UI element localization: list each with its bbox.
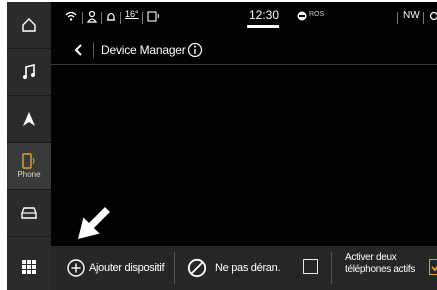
infotainment-screen: Phone 16° 12:30 ROS NW Device Manager Aj…	[7, 2, 437, 290]
radio-station: ROS	[309, 11, 325, 18]
do-not-disturb-label: Ne pas déran.	[215, 262, 281, 274]
header-divider	[93, 42, 94, 58]
add-device-button[interactable]: Ajouter dispositif	[67, 259, 165, 277]
plus-circle-icon	[67, 259, 85, 277]
rail-media-button[interactable]	[7, 49, 51, 96]
page-title: Device Manager	[101, 43, 186, 57]
settings-icon	[429, 11, 437, 21]
rail-home-button[interactable]	[7, 2, 51, 49]
clock: 12:30	[249, 8, 280, 22]
rail-navigation-button[interactable]	[7, 96, 51, 143]
phone-icon	[22, 153, 35, 169]
bottom-action-bar: Ajouter dispositif Ne pas déran. Activer…	[51, 246, 437, 290]
bottom-divider	[331, 252, 332, 284]
dual-phones-label: Activer deux téléphones actifs	[345, 252, 415, 276]
temperature-readout: 16°	[125, 9, 139, 19]
dual-phones-checkbox[interactable]	[429, 259, 437, 275]
do-not-disturb-checkbox[interactable]	[303, 259, 318, 274]
user-profile-icon	[87, 11, 97, 23]
pointer-arrow-icon	[75, 204, 113, 242]
rail-vehicle-button[interactable]	[7, 190, 51, 237]
clock-underline	[247, 25, 279, 28]
side-rail: Phone	[7, 2, 51, 290]
rail-phone-button[interactable]: Phone	[7, 143, 51, 190]
info-icon[interactable]	[187, 42, 203, 58]
music-note-icon	[23, 64, 35, 79]
rail-phone-label: Phone	[17, 170, 41, 179]
status-bar: 16° 12:30 ROS NW	[51, 2, 437, 35]
compass-heading: NW	[403, 10, 420, 21]
home-icon	[22, 18, 36, 32]
bell-icon	[107, 12, 115, 21]
dual-phones-line1: Activer deux	[345, 252, 397, 263]
check-icon	[431, 265, 437, 272]
car-icon	[21, 207, 37, 219]
dual-phones-line2: téléphones actifs	[345, 264, 415, 275]
chevron-left-icon	[74, 44, 82, 56]
radio-icon	[297, 11, 307, 21]
block-icon	[187, 258, 207, 278]
grid-icon	[22, 260, 36, 274]
back-button[interactable]	[71, 42, 85, 58]
add-device-label: Ajouter dispositif	[89, 262, 165, 274]
climate-icon	[147, 11, 159, 22]
navigation-arrow-icon	[23, 112, 35, 126]
wifi-icon	[65, 11, 77, 21]
page-header: Device Manager	[51, 38, 437, 65]
do-not-disturb-toggle[interactable]: Ne pas déran.	[187, 258, 281, 278]
bottom-divider	[174, 252, 175, 284]
rail-apps-button[interactable]	[7, 244, 51, 290]
